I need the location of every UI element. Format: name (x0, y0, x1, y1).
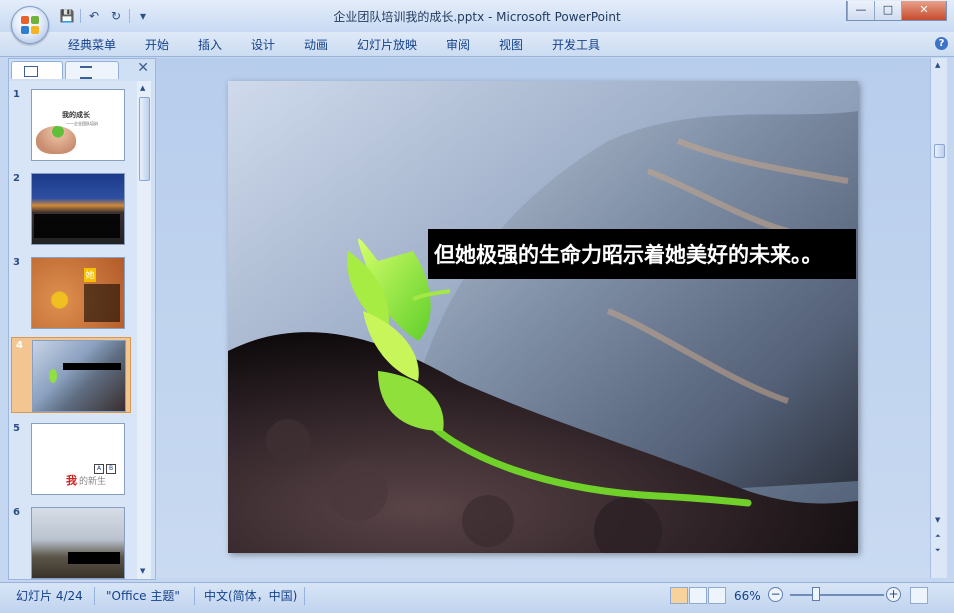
zoom-slider[interactable] (790, 594, 884, 596)
maximize-button[interactable]: □ (874, 1, 901, 20)
menu-animations[interactable]: 动画 (304, 36, 328, 53)
thumbnail-scrollbar[interactable]: ▲ ▼ (137, 81, 151, 579)
slides-panel: ✕ 1 我的成长 ——企业团队培训 2 3 她 4 5 A B 我 的新生 6 … (8, 58, 156, 580)
thumbnail-list: 1 我的成长 ——企业团队培训 2 3 她 4 5 A B 我 的新生 6 (9, 81, 137, 579)
thumb-title-red: 我 (66, 474, 77, 487)
scroll-up-icon[interactable]: ▲ (935, 61, 940, 69)
thumbnail-image (32, 340, 126, 412)
thumbnail-slide-6[interactable]: 6 (9, 505, 133, 579)
divider (304, 587, 305, 605)
slide-caption-textbox[interactable]: 但她极强的生命力昭示着她美好的未来。。 (428, 229, 856, 279)
thumb-sprout-image (36, 126, 76, 154)
thumbnail-number: 5 (13, 423, 20, 434)
zoom-in-icon[interactable]: + (886, 587, 901, 602)
thumb-badge: 她 (84, 268, 96, 282)
office-button[interactable] (11, 6, 49, 44)
thumb-textbox (68, 552, 120, 564)
thumb-textbox (34, 214, 120, 238)
thumb-sprout (49, 369, 57, 383)
status-bar: 幻灯片 4/24 "Office 主题" 中文(简体，中国) 66% − + (0, 582, 954, 613)
slideshow-view-icon[interactable] (708, 587, 726, 604)
thumb-title: 我的成长 (62, 111, 90, 119)
thumbnail-slide-4[interactable]: 4 (11, 337, 131, 413)
thumbnail-number: 4 (16, 340, 23, 351)
tab-outline[interactable] (65, 61, 119, 79)
menu-view[interactable]: 视图 (499, 36, 523, 53)
thumb-box: B (106, 464, 116, 474)
thumbnail-number: 2 (13, 173, 20, 184)
minimize-button[interactable]: — (847, 1, 874, 20)
thumbnail-number: 3 (13, 257, 20, 268)
menu-review[interactable]: 审阅 (446, 36, 470, 53)
thumbnail-number: 6 (13, 507, 20, 518)
thumb-textbox (84, 284, 120, 322)
window-controls: — □ ✕ (846, 1, 947, 21)
zoom-out-icon[interactable]: − (768, 587, 783, 602)
thumb-box: A (94, 464, 104, 474)
thumbnail-image: A B 我 的新生 (31, 423, 125, 495)
menu-slideshow[interactable]: 幻灯片放映 (357, 36, 417, 53)
window-title: 企业团队培训我的成长.pptx - Microsoft PowerPoint (333, 10, 621, 24)
divider (194, 587, 195, 605)
scroll-thumb[interactable] (934, 144, 945, 158)
slide-sorter-view-icon[interactable] (689, 587, 707, 604)
scroll-thumb[interactable] (139, 97, 150, 181)
scroll-down-icon[interactable]: ▼ (140, 567, 145, 575)
thumbnail-slide-5[interactable]: 5 A B 我 的新生 (9, 421, 133, 495)
thumb-textbox (63, 363, 121, 370)
menu-developer[interactable]: 开发工具 (552, 36, 600, 53)
thumbnail-slide-1[interactable]: 1 我的成长 ——企业团队培训 (9, 87, 133, 161)
slide-scrollbar[interactable]: ▲ ▼ ⏶ ⏷ (930, 58, 947, 578)
slides-tab-icon (24, 66, 38, 77)
menu-insert[interactable]: 插入 (198, 36, 222, 53)
sprout-photo (228, 81, 858, 553)
normal-view-icon[interactable] (670, 587, 688, 604)
thumbnail-number: 1 (13, 89, 20, 100)
zoom-level[interactable]: 66% (734, 587, 761, 605)
divider (94, 587, 95, 605)
help-icon[interactable]: ? (935, 37, 948, 50)
menu-bar: 经典菜单 开始 插入 设计 动画 幻灯片放映 审阅 视图 开发工具 ? (0, 32, 954, 57)
previous-slide-icon[interactable]: ⏶ (935, 532, 941, 541)
theme-name: "Office 主题" (106, 589, 180, 603)
thumb-title: 的新生 (79, 477, 107, 487)
close-button[interactable]: ✕ (901, 1, 946, 20)
slide-editing-area: 但她极强的生命力昭示着她美好的未来。。 (156, 58, 930, 578)
thumbnail-image: 她 (31, 257, 125, 329)
slide-4[interactable]: 但她极强的生命力昭示着她美好的未来。。 (228, 81, 858, 553)
thumbnail-image (31, 173, 125, 245)
menu-home[interactable]: 开始 (145, 36, 169, 53)
tab-slides[interactable] (11, 61, 63, 79)
language-indicator[interactable]: 中文(简体，中国) (204, 587, 297, 605)
thumbnail-slide-2[interactable]: 2 (9, 171, 133, 245)
menu-design[interactable]: 设计 (251, 36, 275, 53)
title-bar: 💾 ↶ ↻ ▾ 企业团队培训我的成长.pptx - Microsoft Powe… (0, 0, 954, 33)
fit-to-window-icon[interactable] (910, 587, 928, 604)
office-logo-icon (21, 16, 39, 34)
thumbnail-image: 我的成长 ——企业团队培训 (31, 89, 125, 161)
thumbnail-slide-3[interactable]: 3 她 (9, 255, 133, 329)
menu-classic[interactable]: 经典菜单 (68, 36, 116, 53)
next-slide-icon[interactable]: ⏷ (935, 546, 941, 555)
zoom-slider-knob[interactable] (812, 587, 820, 601)
scroll-up-icon[interactable]: ▲ (140, 84, 145, 92)
thumbnail-image (31, 507, 125, 579)
scroll-down-icon[interactable]: ▼ (935, 516, 940, 524)
outline-tab-icon (80, 66, 92, 79)
panel-close-icon[interactable]: ✕ (137, 60, 149, 76)
slide-counter: 幻灯片 4/24 (16, 589, 83, 603)
thumb-subtitle: ——企业团队培训 (66, 121, 98, 126)
